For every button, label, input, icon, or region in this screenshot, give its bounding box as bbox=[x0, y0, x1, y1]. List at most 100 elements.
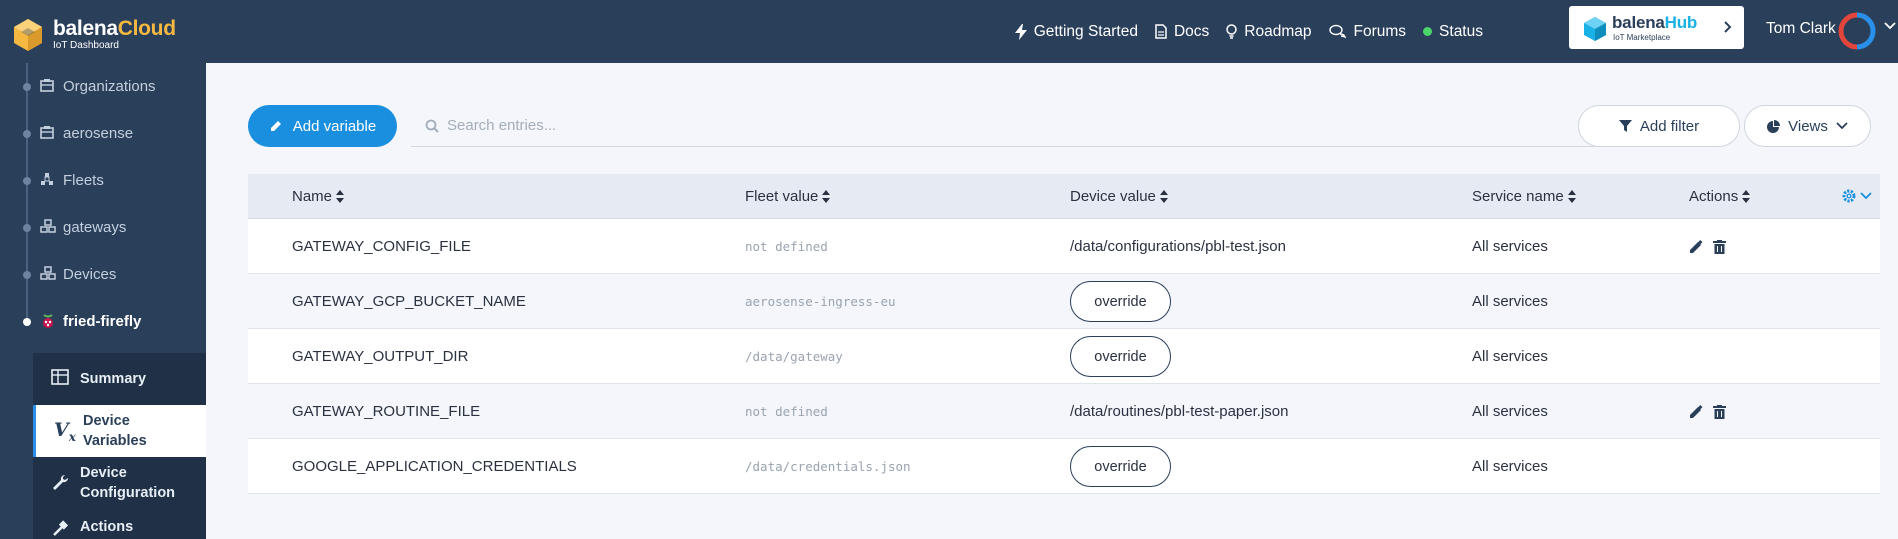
subnav-label: Summary bbox=[80, 371, 147, 387]
breadcrumb-dot bbox=[23, 82, 31, 91]
subnav-device-configuration[interactable]: Device Configuration bbox=[33, 457, 206, 509]
subnav-label-line1: Device bbox=[80, 465, 127, 481]
sidebar-item-fried-firefly[interactable]: fried-firefly bbox=[0, 298, 206, 345]
cell-fleet-value: /data/gateway bbox=[745, 349, 843, 364]
breadcrumb-dot bbox=[23, 176, 31, 185]
nav-docs[interactable]: Docs bbox=[1155, 23, 1209, 41]
table-row[interactable]: GATEWAY_GCP_BUCKET_NAME aerosense-ingres… bbox=[248, 274, 1880, 329]
add-filter-button[interactable]: Add filter bbox=[1578, 105, 1740, 147]
variable-icon: Vx bbox=[54, 419, 76, 444]
nav-docs-label: Docs bbox=[1173, 22, 1210, 40]
avatar[interactable] bbox=[1838, 12, 1876, 50]
sidebar-item-label: Devices bbox=[63, 266, 117, 283]
variables-table: Name Fleet value Device value Service na… bbox=[248, 174, 1880, 494]
column-header-device-value[interactable]: Device value bbox=[1070, 174, 1168, 219]
subnav-actions[interactable]: Actions bbox=[33, 509, 206, 539]
pencil-icon bbox=[270, 121, 281, 131]
brand-name-part2: Cloud bbox=[117, 17, 176, 40]
trash-icon[interactable] bbox=[1713, 404, 1726, 419]
cell-name: GATEWAY_ROUTINE_FILE bbox=[292, 403, 481, 420]
top-navbar: balenaCloud IoT Dashboard Getting Starte… bbox=[0, 0, 1898, 63]
cell-name: GATEWAY_OUTPUT_DIR bbox=[292, 348, 469, 365]
fleets-icon bbox=[41, 173, 53, 185]
column-header-name[interactable]: Name bbox=[292, 174, 345, 219]
table-row[interactable]: GATEWAY_ROUTINE_FILE not defined /data/r… bbox=[248, 384, 1880, 439]
subnav-summary[interactable]: Summary bbox=[33, 353, 206, 405]
subnav-label: Device Variables bbox=[83, 411, 147, 451]
chat-icon bbox=[1328, 24, 1346, 39]
search-icon bbox=[425, 119, 439, 133]
column-header-actions[interactable]: Actions bbox=[1689, 174, 1751, 219]
sidebar-item-gateways[interactable]: gateways bbox=[0, 204, 206, 251]
cell-fleet-value: aerosense-ingress-eu bbox=[745, 294, 896, 309]
cell-name: GOOGLE_APPLICATION_CREDENTIALS bbox=[292, 458, 577, 475]
cell-service-name: All services bbox=[1472, 458, 1548, 475]
status-dot-icon bbox=[1423, 27, 1433, 36]
gear-icon bbox=[1842, 189, 1856, 203]
search-bar: Search entries... × bbox=[411, 105, 1604, 147]
override-button[interactable]: override bbox=[1070, 446, 1171, 487]
user-name[interactable]: Tom Clark bbox=[1766, 20, 1836, 38]
override-button[interactable]: override bbox=[1070, 281, 1171, 322]
devices-icon bbox=[40, 266, 56, 280]
table-row[interactable]: GATEWAY_OUTPUT_DIR /data/gateway overrid… bbox=[248, 329, 1880, 384]
column-label: Actions bbox=[1689, 188, 1739, 205]
cell-device-value: override bbox=[1070, 274, 1171, 329]
nav-getting-started[interactable]: Getting Started bbox=[1014, 23, 1138, 41]
sidebar-item-fleets[interactable]: Fleets bbox=[0, 157, 206, 204]
edit-icon[interactable] bbox=[1689, 404, 1703, 419]
bolt-icon bbox=[1014, 23, 1027, 40]
brand-wordmark[interactable]: balenaCloud IoT Dashboard bbox=[53, 18, 176, 52]
cell-service-name: All services bbox=[1472, 403, 1548, 420]
sidebar-item-label: gateways bbox=[63, 219, 127, 236]
nav-forums[interactable]: Forums bbox=[1328, 23, 1406, 41]
sort-icon bbox=[1742, 190, 1751, 203]
column-header-service-name[interactable]: Service name bbox=[1472, 174, 1576, 219]
column-settings-button[interactable] bbox=[1842, 189, 1872, 203]
table-header: Name Fleet value Device value Service na… bbox=[248, 174, 1880, 219]
cell-device-value: override bbox=[1070, 439, 1171, 494]
chevron-right-icon bbox=[1723, 18, 1732, 39]
edit-icon[interactable] bbox=[1689, 239, 1703, 254]
sidebar-item-label: Organizations bbox=[63, 78, 156, 95]
table-row[interactable]: GATEWAY_CONFIG_FILE not defined /data/co… bbox=[248, 219, 1880, 274]
add-filter-label: Add filter bbox=[1639, 117, 1700, 135]
pie-chart-icon bbox=[1767, 119, 1781, 133]
add-variable-button[interactable]: Add variable bbox=[248, 105, 397, 147]
trash-icon[interactable] bbox=[1713, 239, 1726, 254]
subnav-label: Actions bbox=[80, 519, 134, 535]
nav-roadmap[interactable]: Roadmap bbox=[1226, 22, 1312, 41]
fleet-icon bbox=[40, 219, 56, 233]
breadcrumb-dot bbox=[23, 223, 31, 232]
chevron-down-icon bbox=[1836, 122, 1848, 130]
sort-icon bbox=[822, 190, 831, 203]
search-input[interactable]: Search entries... bbox=[447, 117, 556, 134]
hub-cube-icon bbox=[1584, 17, 1606, 41]
sidebar-item-devices[interactable]: Devices bbox=[0, 251, 206, 298]
breadcrumb-dot bbox=[23, 129, 31, 138]
views-dropdown[interactable]: Views bbox=[1744, 105, 1871, 147]
table-row[interactable]: GOOGLE_APPLICATION_CREDENTIALS /data/cre… bbox=[248, 439, 1880, 494]
wrench-icon bbox=[53, 474, 69, 490]
cell-name: GATEWAY_CONFIG_FILE bbox=[292, 238, 471, 255]
nav-roadmap-label: Roadmap bbox=[1244, 22, 1312, 40]
nav-status[interactable]: Status bbox=[1423, 23, 1483, 41]
add-variable-label: Add variable bbox=[292, 117, 377, 135]
sidebar-item-aerosense[interactable]: aerosense bbox=[0, 110, 206, 157]
column-label: Service name bbox=[1472, 188, 1564, 205]
column-header-fleet-value[interactable]: Fleet value bbox=[745, 174, 831, 219]
sort-icon bbox=[1159, 190, 1168, 203]
subnav-label-line2: Variables bbox=[83, 433, 147, 449]
balena-hub-button[interactable]: balenaHub IoT Marketplace bbox=[1569, 6, 1744, 49]
sort-icon bbox=[1567, 190, 1576, 203]
column-label: Device value bbox=[1070, 188, 1156, 205]
sidebar-item-organizations[interactable]: Organizations bbox=[0, 63, 206, 110]
subnav-device-variables[interactable]: Vx Device Variables bbox=[33, 405, 206, 457]
balena-logo-icon[interactable] bbox=[13, 18, 43, 57]
chevron-down-icon bbox=[1860, 192, 1872, 200]
cell-device-value: /data/configurations/pbl-test.json bbox=[1070, 238, 1286, 255]
override-button[interactable]: override bbox=[1070, 336, 1171, 377]
sidebar-item-label: Fleets bbox=[63, 172, 104, 189]
main-content: Add variable Search entries... × Add fil… bbox=[206, 63, 1898, 539]
chevron-down-icon[interactable] bbox=[1884, 22, 1896, 30]
